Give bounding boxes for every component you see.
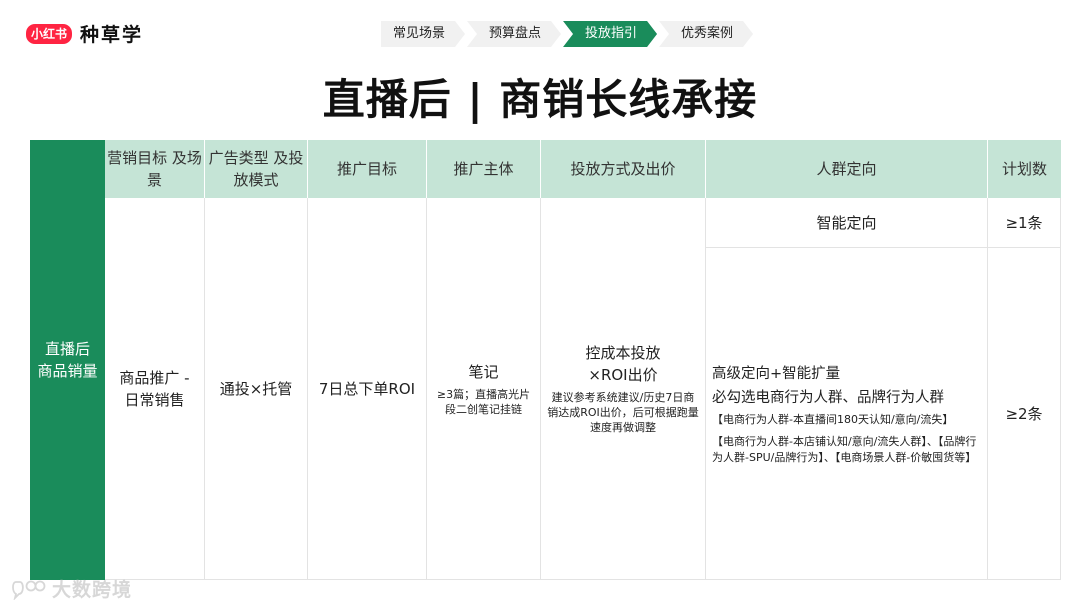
header-goal: 营销目标 及场景	[105, 140, 205, 198]
bid-note: 建议参考系统建议/历史7日商销达成ROI出价，后可根据跑量速度再做调整	[547, 391, 699, 434]
step-placement-guide[interactable]: 投放指引	[563, 21, 657, 47]
adv-tag-2: 【电商行为人群-本店铺认知/意向/流失人群】、【品牌行为人群-SPU/品牌行为】…	[712, 434, 977, 464]
brand-logo: 小红书 种草学	[26, 20, 143, 47]
bubble-logo-icon	[12, 580, 46, 600]
header-plans: 计划数	[988, 140, 1061, 198]
watermark: 大数跨境	[10, 575, 132, 602]
cell-advanced-plans: ≥2条	[988, 248, 1061, 580]
bid-main-1: 控成本投放	[585, 344, 661, 362]
adv-line-1: 高级定向+智能扩量	[712, 365, 841, 382]
cell-smart-plans: ≥1条	[988, 198, 1061, 248]
smart-targeting-label: 智能定向	[816, 213, 877, 232]
brand-badge: 小红书	[26, 23, 73, 44]
cell-subject: 笔记 ≥3篇；直播高光片段二创笔记挂链	[427, 198, 541, 580]
step-budget-review[interactable]: 预算盘点	[467, 21, 561, 47]
subject-note: ≥3篇；直播高光片段二创笔记挂链	[436, 387, 531, 416]
cell-advanced-targeting: 高级定向+智能扩量 必勾选电商行为人群、品牌行为人群 【电商行为人群-本直播间1…	[706, 248, 988, 580]
header-target: 推广目标	[308, 140, 427, 198]
page-title: 直播后 | 商销长线承接	[322, 75, 758, 124]
header-ad-type: 广告类型 及投放模式	[205, 140, 308, 198]
adv-line-2: 必勾选电商行为人群、品牌行为人群	[712, 389, 944, 406]
brand-name: 种草学	[80, 24, 144, 46]
header-subject: 推广主体	[427, 140, 541, 198]
goal-text: 商品推广 -日常销售	[119, 368, 190, 409]
step-common-scenarios[interactable]: 常见场景	[381, 21, 465, 47]
adv-tag-1: 【电商行为人群-本直播间180天认知/意向/流失】	[712, 412, 954, 426]
side-label: 直播后 商品销量	[30, 140, 105, 580]
target-text: 7日总下单ROI	[318, 379, 416, 398]
smart-plans-count: ≥1条	[1005, 213, 1043, 232]
header-audience: 人群定向	[706, 140, 988, 198]
cell-ad-type: 通投×托管	[205, 198, 308, 580]
cell-smart-targeting: 智能定向	[706, 198, 988, 248]
strategy-table: 直播后 商品销量 营销目标 及场景 广告类型 及投放模式 推广目标 推广主体 投…	[30, 140, 1061, 580]
cell-goal: 商品推广 -日常销售	[105, 198, 205, 580]
ad-type-text: 通投×托管	[219, 379, 293, 398]
subject-main: 笔记	[468, 362, 499, 381]
advanced-plans-count: ≥2条	[1005, 404, 1043, 423]
cell-target: 7日总下单ROI	[308, 198, 427, 580]
watermark-text: 大数跨境	[52, 579, 133, 601]
step-case-studies[interactable]: 优秀案例	[659, 21, 753, 47]
step-nav: 常见场景 预算盘点 投放指引 优秀案例	[381, 21, 755, 47]
cell-bid: 控成本投放 ×ROI出价 建议参考系统建议/历史7日商销达成ROI出价，后可根据…	[541, 198, 706, 580]
header-bid: 投放方式及出价	[541, 140, 706, 198]
bid-main-2: ×ROI出价	[588, 366, 658, 384]
